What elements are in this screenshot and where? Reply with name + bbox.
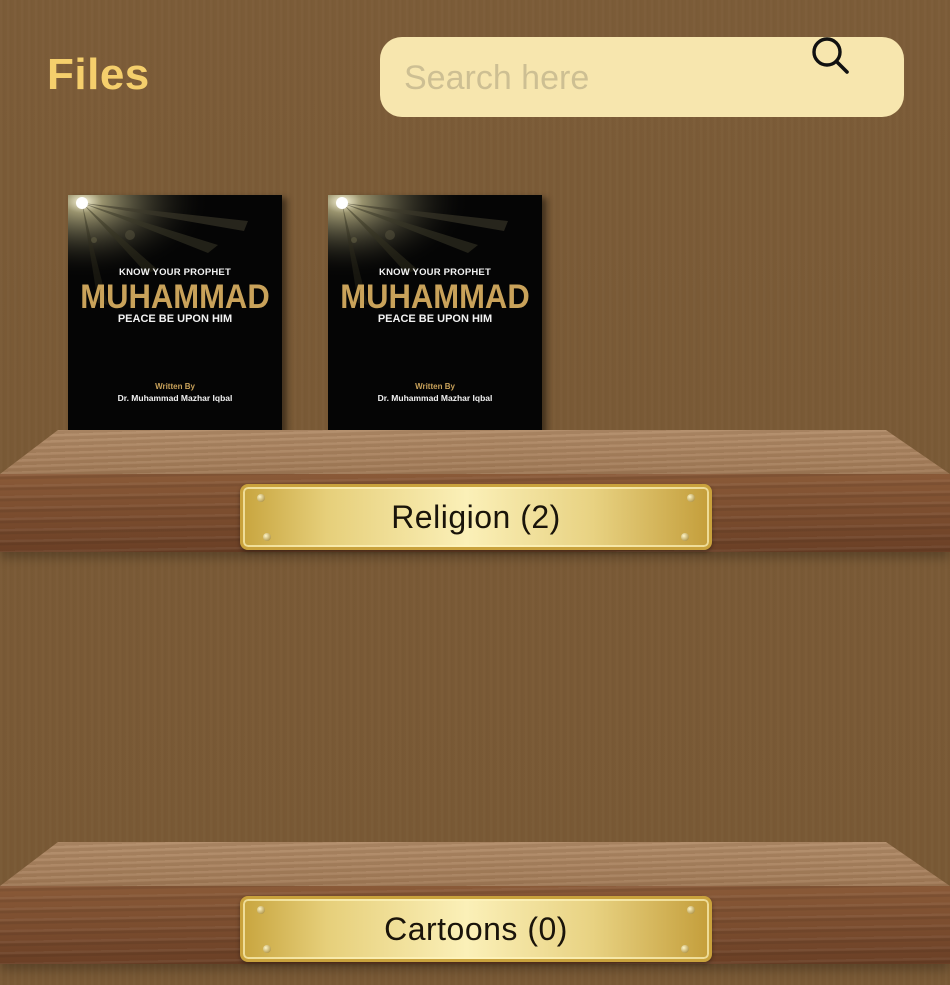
book-cover[interactable]: KNOW YOUR PROPHET MUHAMMAD PEACE BE UPON… (328, 195, 542, 452)
book-byline: Written By (155, 382, 195, 391)
book-cover[interactable]: KNOW YOUR PROPHET MUHAMMAD PEACE BE UPON… (68, 195, 282, 452)
book-subtitle: PEACE BE UPON HIM (117, 313, 233, 325)
shelf-top-surface (0, 842, 950, 886)
rivet-icon (681, 945, 689, 953)
rivet-icon (257, 494, 265, 502)
book-byline: Written By (415, 382, 455, 391)
rivet-icon (263, 945, 271, 953)
rivet-icon (257, 906, 265, 914)
shelf-label-text: Religion (2) (391, 498, 561, 535)
rivet-icon (263, 533, 271, 541)
shelf-top-surface (0, 430, 950, 474)
book-title: MUHAMMAD (80, 276, 270, 317)
book-title: MUHAMMAD (340, 276, 530, 317)
book-author: Dr. Muhammad Mazhar Iqbal (377, 393, 493, 403)
shelf-label-cartoons[interactable]: Cartoons (0) (240, 896, 712, 962)
search-input[interactable] (402, 51, 826, 105)
rivet-icon (687, 494, 695, 502)
rivet-icon (681, 533, 689, 541)
book-subtitle: PEACE BE UPON HIM (377, 313, 493, 325)
search-icon[interactable] (808, 33, 852, 77)
shelf-label-religion[interactable]: Religion (2) (240, 484, 712, 550)
page-title: Files (47, 50, 150, 99)
shelf-label-text: Cartoons (0) (384, 910, 568, 947)
rivet-icon (687, 906, 695, 914)
book-author: Dr. Muhammad Mazhar Iqbal (117, 393, 233, 403)
